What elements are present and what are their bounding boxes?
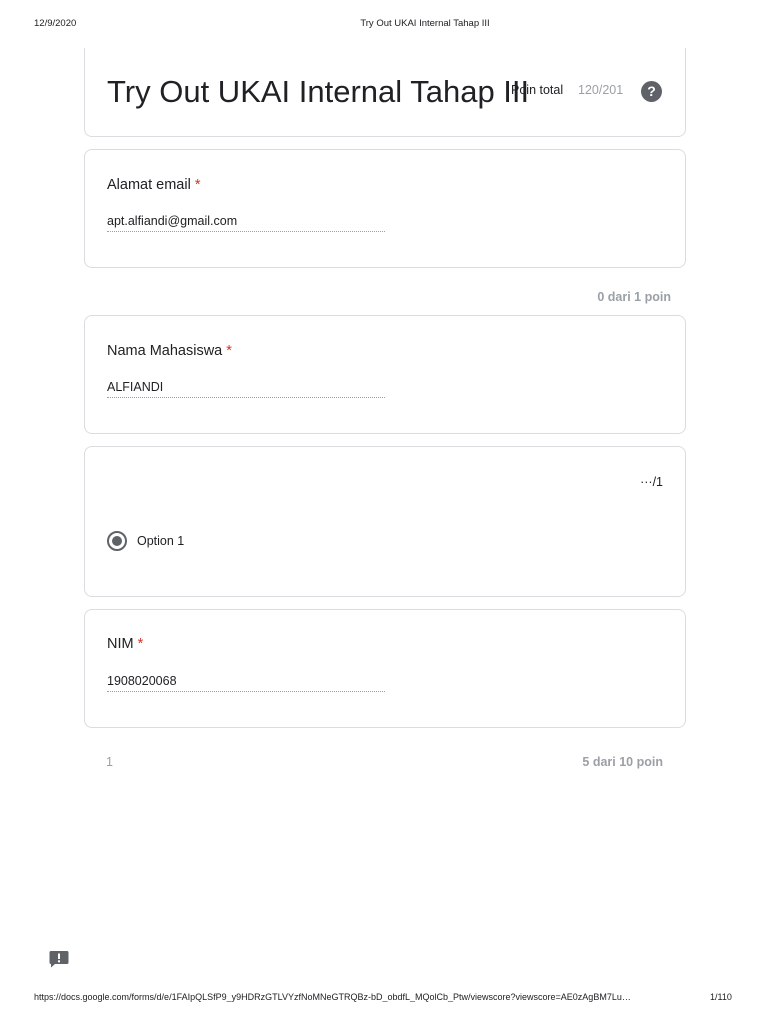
answer-text: apt.alfiandi@gmail.com — [107, 214, 385, 232]
radio-option-label: Option 1 — [137, 534, 185, 548]
feedback-icon[interactable] — [49, 950, 69, 968]
radio-selected[interactable] — [107, 531, 127, 551]
help-icon[interactable]: ? — [641, 81, 662, 102]
section-points: 0 dari 1 poin — [597, 290, 671, 304]
form-header-card: Try Out UKAI Internal Tahap III Poin tot… — [84, 48, 686, 137]
section-number: 1 — [106, 755, 113, 769]
question-title-text: NIM — [107, 636, 134, 652]
form-title: Try Out UKAI Internal Tahap III — [107, 74, 530, 109]
required-marker: * — [137, 636, 144, 652]
answer-text: ALFIANDI — [107, 380, 385, 398]
total-score-value: 120/201 — [578, 83, 624, 97]
section-points: 5 dari 10 poin — [582, 755, 663, 769]
question-score: ···/1 — [640, 475, 663, 489]
question-card-nim: NIM * 1908020068 — [84, 609, 686, 728]
answer-text: 1908020068 — [107, 674, 385, 692]
print-title: Try Out UKAI Internal Tahap III — [360, 18, 490, 29]
question-title: NIM * — [107, 636, 143, 652]
question-title-text: Nama Mahasiswa — [107, 343, 223, 359]
total-score-label: Poin total — [511, 83, 564, 97]
required-marker: * — [194, 177, 201, 193]
page-number: 1/110 — [710, 992, 732, 1002]
page-url: https://docs.google.com/forms/d/e/1FAIpQ… — [34, 992, 631, 1002]
required-marker: * — [226, 343, 232, 359]
question-title: Alamat email * — [107, 177, 201, 193]
question-card-option: ···/1 Option 1 — [84, 446, 686, 597]
question-title-text: Alamat email — [107, 177, 191, 193]
print-header: 12/9/2020 Try Out UKAI Internal Tahap II… — [0, 18, 768, 32]
question-card-name: Nama Mahasiswa * ALFIANDI — [84, 315, 686, 434]
question-card-email: Alamat email * apt.alfiandi@gmail.com — [84, 149, 686, 268]
print-footer: https://docs.google.com/forms/d/e/1FAIpQ… — [0, 992, 768, 1006]
question-title: Nama Mahasiswa * — [107, 343, 232, 359]
